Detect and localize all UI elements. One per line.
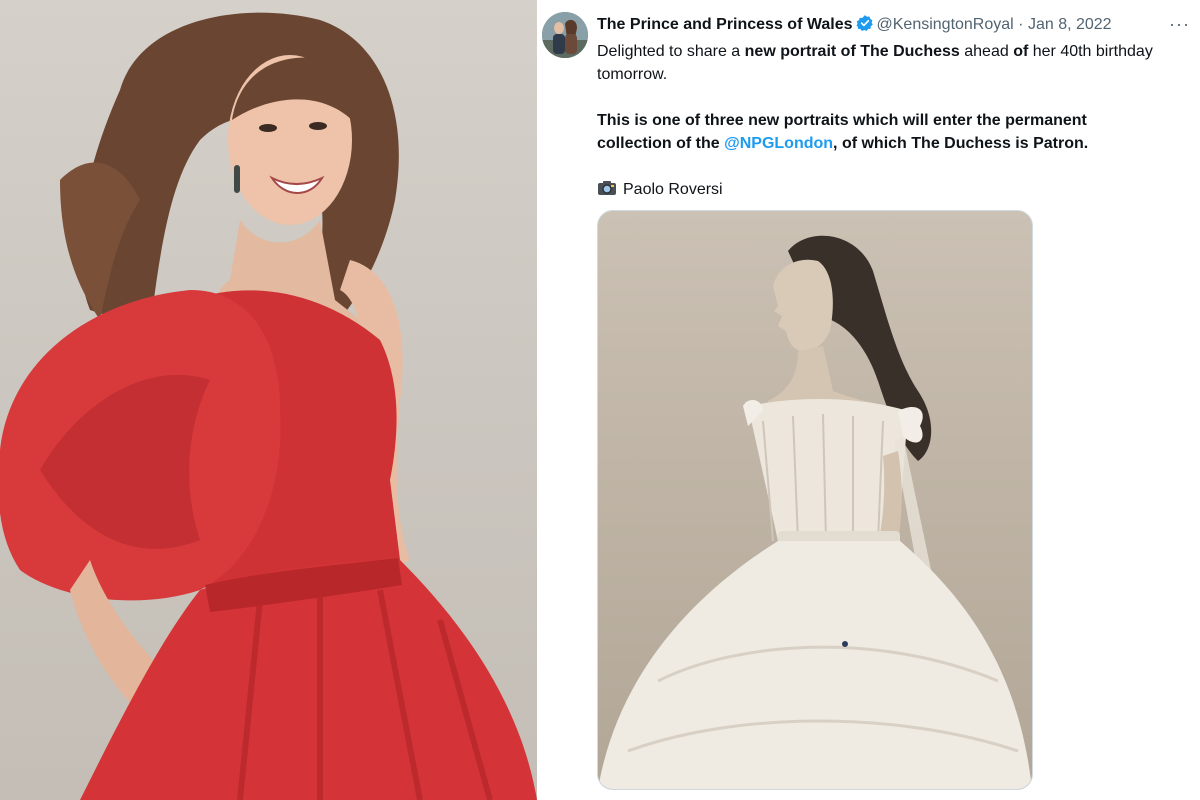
author-name[interactable]: The Prince and Princess of Wales: [597, 16, 853, 33]
camera-icon: [597, 179, 617, 204]
bold-segment: of: [1013, 43, 1029, 60]
avatar-image: [542, 12, 588, 58]
tweet-date[interactable]: Jan 8, 2022: [1028, 16, 1112, 33]
tweet-header: The Prince and Princess of Wales @Kensing…: [597, 14, 1197, 36]
author-avatar[interactable]: [542, 12, 588, 58]
tweet-card: The Prince and Princess of Wales @Kensing…: [537, 0, 1200, 800]
red-dress-portrait-illustration: [0, 12, 537, 800]
tweet-paragraph-1: Delighted to share a new portrait of The…: [597, 40, 1157, 86]
verified-badge-icon: [855, 14, 874, 37]
tweet-text: Delighted to share a new portrait of The…: [597, 40, 1157, 204]
bold-segment: new portrait of The Duchess: [744, 43, 960, 60]
tweet-paragraph-2: This is one of three new portraits which…: [597, 109, 1157, 155]
more-options-icon[interactable]: ···: [1169, 14, 1190, 35]
npg-mention-link[interactable]: @NPGLondon: [724, 135, 833, 152]
text-segment: ahead: [959, 43, 1014, 60]
left-portrait-photo: [0, 0, 537, 800]
header-separator: ·: [1018, 16, 1024, 33]
tweet-media-photo[interactable]: [597, 210, 1033, 790]
white-gown-portrait-illustration: [598, 235, 1032, 789]
photographer-name: Paolo Roversi: [623, 181, 723, 198]
text-segment: , of which The Duchess is Patron.: [833, 135, 1089, 152]
text-segment: Delighted to share a: [597, 43, 745, 60]
author-handle[interactable]: @KensingtonRoyal: [877, 16, 1014, 33]
photo-credit: Paolo Roversi: [597, 178, 1157, 204]
